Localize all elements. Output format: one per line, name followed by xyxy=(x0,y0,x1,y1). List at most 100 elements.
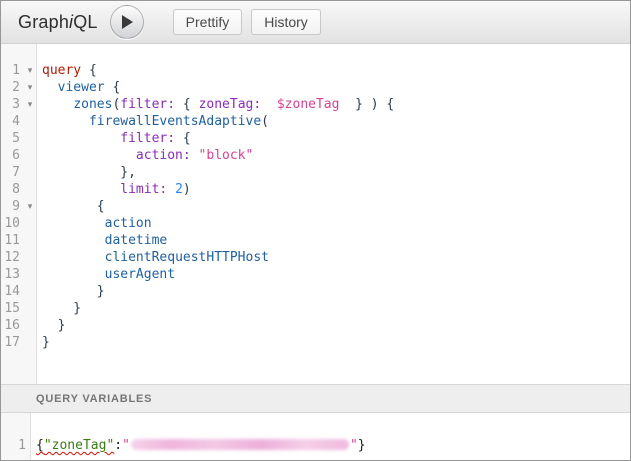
variables-line-number: 1 xyxy=(18,438,26,453)
code-token: limit: xyxy=(120,182,167,197)
line-number: 4 xyxy=(1,113,23,130)
fold-arrow-icon[interactable]: ▾ xyxy=(23,62,37,79)
code-text: query { xyxy=(37,62,97,79)
query-variables-title: QUERY VARIABLES xyxy=(36,393,152,405)
line-number: 10 xyxy=(1,215,23,232)
query-variables-title-bar[interactable]: QUERY VARIABLES xyxy=(1,384,630,413)
fold-gutter-spacer xyxy=(23,334,37,351)
line-number: 1 xyxy=(1,62,23,79)
fold-gutter-spacer xyxy=(23,283,37,300)
code-line[interactable]: 5 filter: { xyxy=(1,130,630,147)
query-editor[interactable]: 1▾query {2▾ viewer {3▾ zones(filter: { z… xyxy=(1,44,630,384)
code-token xyxy=(42,267,105,282)
code-token: " xyxy=(350,438,358,453)
code-token: $zoneTag xyxy=(277,97,340,112)
variables-editor[interactable]: 1 {"zoneTag":""} xyxy=(1,413,630,460)
fold-gutter-spacer xyxy=(23,130,37,147)
code-token: { xyxy=(42,199,105,214)
code-text: datetime xyxy=(37,232,167,249)
code-line[interactable]: 6 action: "block" xyxy=(1,147,630,164)
code-token: action: xyxy=(136,148,191,163)
code-line[interactable]: 2▾ viewer { xyxy=(1,79,630,96)
line-number: 16 xyxy=(1,317,23,334)
code-line[interactable]: 7 }, xyxy=(1,164,630,181)
code-token: query xyxy=(42,63,81,78)
code-line[interactable]: 3▾ zones(filter: { zoneTag: $zoneTag } )… xyxy=(1,96,630,113)
line-number: 3 xyxy=(1,96,23,113)
query-editor-lines: 1▾query {2▾ viewer {3▾ zones(filter: { z… xyxy=(1,44,630,351)
code-line[interactable]: 17} xyxy=(1,334,630,351)
fold-gutter-spacer xyxy=(23,232,37,249)
line-number: 7 xyxy=(1,164,23,181)
line-number: 13 xyxy=(1,266,23,283)
line-number: 9 xyxy=(1,198,23,215)
code-line[interactable]: 15 } xyxy=(1,300,630,317)
code-token xyxy=(42,216,105,231)
code-token: } xyxy=(42,301,81,316)
code-token xyxy=(167,182,175,197)
line-number: 17 xyxy=(1,334,23,351)
code-text: userAgent xyxy=(37,266,175,283)
code-token: datetime xyxy=(105,233,168,248)
code-text: action xyxy=(37,215,152,232)
code-token: } ) { xyxy=(339,97,394,112)
line-number: 5 xyxy=(1,130,23,147)
code-token xyxy=(42,233,105,248)
line-number: 12 xyxy=(1,249,23,266)
prettify-button[interactable]: Prettify xyxy=(173,9,243,35)
line-number: 15 xyxy=(1,300,23,317)
line-number: 6 xyxy=(1,147,23,164)
code-line[interactable]: 16 } xyxy=(1,317,630,334)
code-line[interactable]: 12 clientRequestHTTPHost xyxy=(1,249,630,266)
code-text: action: "block" xyxy=(37,147,253,164)
fold-gutter-spacer xyxy=(23,113,37,130)
fold-gutter-spacer xyxy=(23,317,37,334)
code-token: { xyxy=(175,131,191,146)
code-token xyxy=(42,250,105,265)
code-text: viewer { xyxy=(37,79,120,96)
code-text: filter: { xyxy=(37,130,191,147)
line-number: 11 xyxy=(1,232,23,249)
execute-query-button[interactable] xyxy=(110,5,144,39)
history-button[interactable]: History xyxy=(251,9,321,35)
code-line[interactable]: 10 action xyxy=(1,215,630,232)
code-token: firewallEventsAdaptive xyxy=(89,114,261,129)
fold-arrow-icon[interactable]: ▾ xyxy=(23,198,37,215)
code-line[interactable]: 9▾ { xyxy=(1,198,630,215)
code-text: } xyxy=(37,317,65,334)
code-token: "block" xyxy=(199,148,254,163)
code-text: } xyxy=(37,283,105,300)
graphiql-window: GraphiQL Prettify History 1▾query {2▾ vi… xyxy=(0,0,631,461)
code-line[interactable]: 14 } xyxy=(1,283,630,300)
code-token xyxy=(42,114,89,129)
play-icon xyxy=(120,15,133,29)
fold-arrow-icon[interactable]: ▾ xyxy=(23,79,37,96)
fold-arrow-icon[interactable]: ▾ xyxy=(23,96,37,113)
code-token xyxy=(261,97,277,112)
code-token: userAgent xyxy=(105,267,175,282)
code-token: } xyxy=(42,335,50,350)
code-line[interactable]: 1▾query { xyxy=(1,62,630,79)
line-number: 8 xyxy=(1,181,23,198)
code-text: limit: 2) xyxy=(37,181,191,198)
code-token: zones xyxy=(73,97,112,112)
code-text: firewallEventsAdaptive( xyxy=(37,113,269,130)
code-token: : xyxy=(114,438,122,453)
topbar: GraphiQL Prettify History xyxy=(1,1,630,44)
variables-editor-gutter: 1 xyxy=(1,413,31,460)
variables-code-line[interactable]: {"zoneTag":""} xyxy=(31,413,366,460)
code-token: filter: xyxy=(120,131,175,146)
code-token xyxy=(42,97,73,112)
code-token: } xyxy=(42,318,65,333)
code-token: 2 xyxy=(175,182,183,197)
code-text: } xyxy=(37,300,81,317)
code-token: viewer xyxy=(58,80,105,95)
code-line[interactable]: 4 firewallEventsAdaptive( xyxy=(1,113,630,130)
code-line[interactable]: 8 limit: 2) xyxy=(1,181,630,198)
code-line[interactable]: 13 userAgent xyxy=(1,266,630,283)
graphiql-logo: GraphiQL xyxy=(18,12,98,33)
code-token: " xyxy=(122,438,130,453)
code-token xyxy=(191,148,199,163)
code-line[interactable]: 11 datetime xyxy=(1,232,630,249)
fold-gutter-spacer xyxy=(23,215,37,232)
